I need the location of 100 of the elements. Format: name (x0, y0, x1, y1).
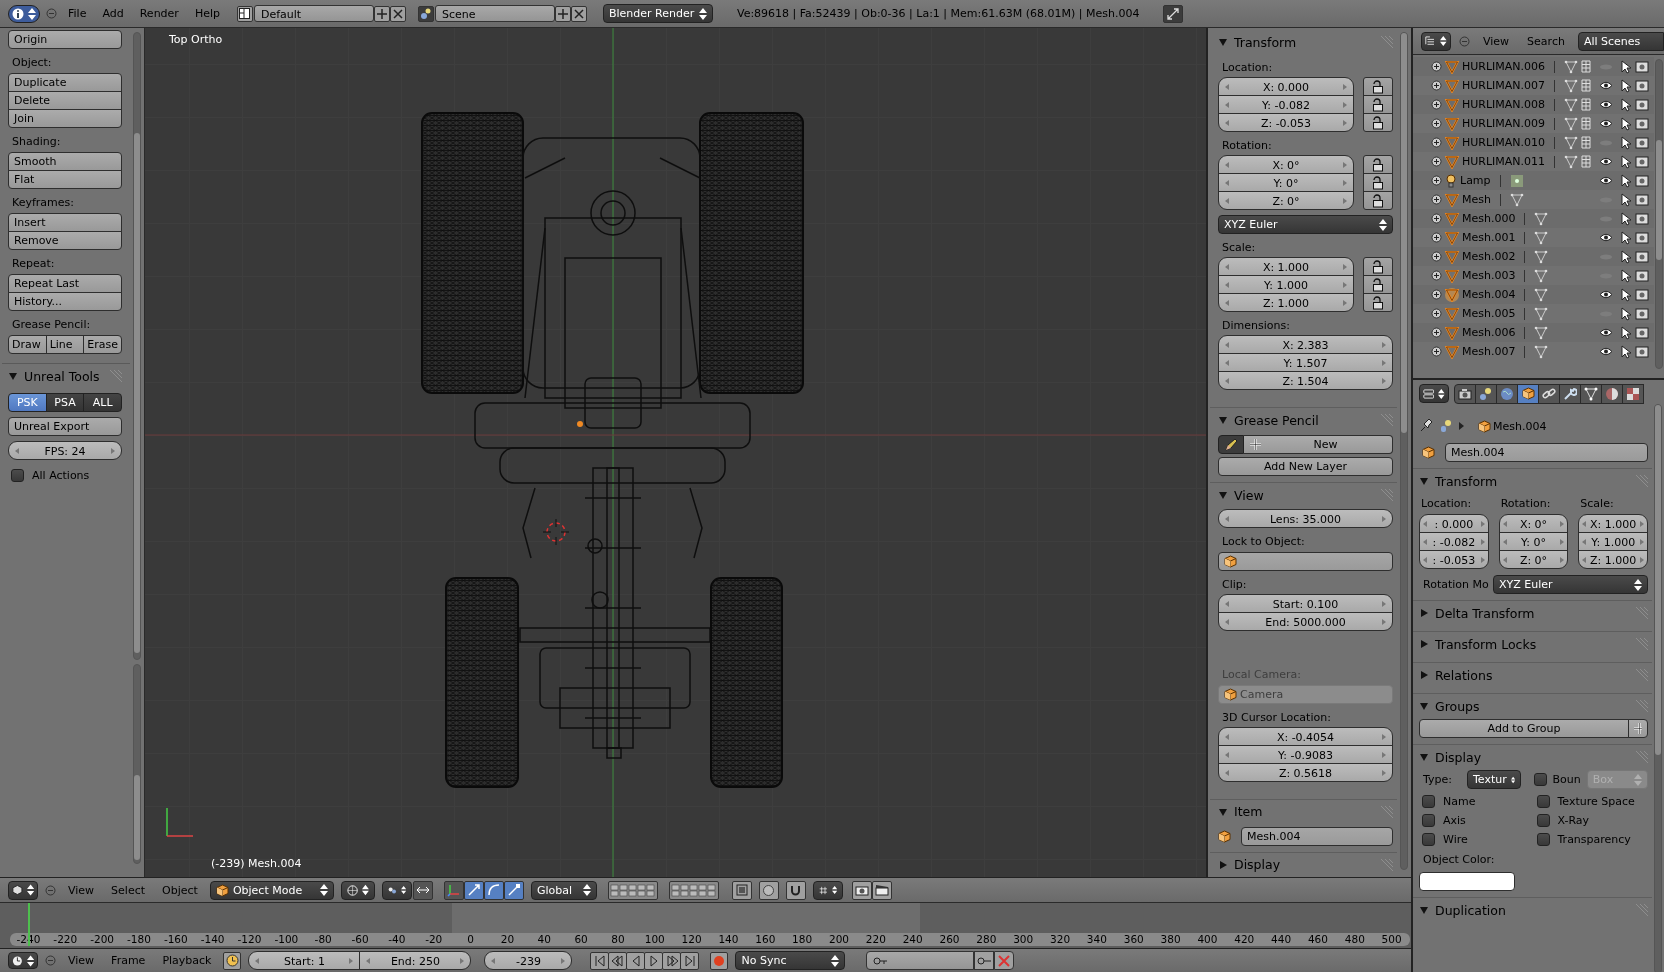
expanded-triangle-icon[interactable] (1218, 807, 1228, 817)
panel-title[interactable]: Display (1234, 857, 1373, 873)
occlusion-icon[interactable] (758, 880, 779, 900)
number-field[interactable]: Y: 1.000 (1218, 275, 1354, 294)
collapse-icon[interactable] (46, 8, 57, 19)
expand-plus-icon[interactable] (1431, 232, 1442, 243)
camera-icon[interactable] (1635, 250, 1650, 263)
scene-filter-dropdown[interactable]: All Scenes (1577, 31, 1664, 51)
object-name[interactable]: Mesh.000 (1462, 212, 1516, 225)
number-field[interactable]: Y: -0.082 (1218, 95, 1354, 114)
snap-dropdown[interactable] (812, 880, 843, 900)
checkbox[interactable] (1422, 833, 1435, 846)
lock-button[interactable] (1363, 293, 1393, 312)
layers-grid-icon[interactable] (668, 880, 719, 900)
panel-title[interactable]: Transform (1435, 473, 1628, 489)
expanded-triangle-icon[interactable] (1419, 752, 1429, 762)
add-icon[interactable] (554, 5, 571, 22)
pin-icon[interactable] (1419, 419, 1433, 433)
expand-plus-icon[interactable] (1431, 213, 1442, 224)
panel-title[interactable]: Item (1234, 804, 1373, 820)
menu-item[interactable]: View (1478, 34, 1515, 48)
checkbox[interactable] (1422, 795, 1435, 808)
cursor-arrow-icon[interactable] (1618, 344, 1633, 359)
orientation-dropdown[interactable]: Global (530, 880, 597, 900)
drag-handle-icon[interactable] (1634, 607, 1648, 619)
properties-tab[interactable] (1517, 383, 1539, 404)
scale-icon[interactable] (503, 880, 524, 900)
cursor-arrow-icon[interactable] (1618, 249, 1633, 264)
3d-cursor-icon[interactable] (542, 518, 570, 546)
checkbox[interactable] (1422, 814, 1435, 827)
collapsed-triangle-icon[interactable] (1419, 639, 1429, 649)
export-button[interactable]: Unreal Export (8, 417, 122, 436)
name-field[interactable]: Mesh.004 (1445, 443, 1648, 462)
tool-button[interactable]: Origin (8, 30, 122, 49)
checkbox[interactable] (1533, 773, 1547, 786)
fullscreen-icon[interactable] (1163, 4, 1184, 23)
tool-button[interactable]: History... (8, 292, 122, 311)
collapsed-triangle-icon[interactable] (1419, 670, 1429, 680)
expanded-triangle-icon[interactable] (1218, 415, 1228, 426)
checkbox[interactable] (1536, 814, 1550, 827)
panel-title[interactable]: View (1234, 487, 1373, 503)
camera-icon[interactable] (851, 880, 872, 900)
checkbox[interactable] (1536, 795, 1550, 808)
expand-plus-icon[interactable] (1431, 99, 1442, 110)
properties-tab[interactable] (1622, 383, 1644, 404)
drag-handle-icon[interactable] (1379, 859, 1393, 871)
cursor-arrow-icon[interactable] (1618, 211, 1633, 226)
axes-icon[interactable] (443, 880, 464, 900)
collapsed-triangle-icon[interactable] (1218, 860, 1228, 870)
object-name[interactable]: Mesh.004 (1462, 288, 1516, 301)
close-icon[interactable] (570, 5, 587, 22)
expand-plus-icon[interactable] (1431, 251, 1442, 262)
current-frame-field[interactable]: -239 (484, 951, 573, 970)
properties-tab[interactable] (1454, 383, 1476, 404)
screen-layout-field[interactable]: Default (253, 5, 374, 22)
object-name[interactable]: HURLIMAN.011 (1462, 155, 1546, 168)
play-icon[interactable] (644, 951, 664, 970)
expand-plus-icon[interactable] (1431, 137, 1442, 148)
arc-icon[interactable] (483, 880, 504, 900)
camera-icon[interactable] (1635, 269, 1650, 282)
camera-icon[interactable] (1635, 193, 1650, 206)
cursor-arrow-icon[interactable] (1618, 287, 1633, 302)
menu-item[interactable]: View (63, 954, 100, 967)
display-type-dropdown[interactable]: Textur (1467, 770, 1521, 789)
camera-icon[interactable] (1635, 288, 1650, 301)
number-field[interactable]: Y: 1.000 (1578, 532, 1648, 551)
drag-handle-icon[interactable] (1634, 475, 1648, 487)
number-field[interactable]: Z: 0° (1218, 191, 1354, 210)
expanded-triangle-icon[interactable] (1419, 701, 1429, 711)
pivot-dropdown[interactable] (381, 880, 412, 900)
eye-icon[interactable] (1599, 233, 1614, 242)
object-name[interactable]: Mesh.001 (1462, 231, 1516, 244)
tool-button[interactable]: Flat (8, 170, 122, 189)
panel-title[interactable]: Display (1435, 749, 1628, 765)
move-arrows-icon[interactable] (412, 880, 433, 900)
panel-title[interactable]: Relations (1435, 667, 1628, 683)
layout-icon[interactable] (236, 5, 253, 22)
camera-icon[interactable] (1635, 98, 1650, 111)
eye-icon[interactable] (1599, 176, 1614, 185)
add-icon[interactable] (373, 5, 390, 22)
panel-title[interactable]: Grease Pencil (1234, 412, 1373, 428)
properties-tab[interactable] (1475, 383, 1497, 404)
checkbox[interactable] (1536, 833, 1550, 846)
object-name[interactable]: Mesh (1462, 193, 1491, 206)
editor-type-dropdown[interactable] (1419, 384, 1449, 403)
start-frame-field[interactable]: Start: 1 (248, 951, 361, 970)
checkbox[interactable] (11, 469, 24, 482)
collapse-icon[interactable] (45, 955, 56, 966)
rotation-mode-dropdown[interactable]: XYZ Euler (1218, 215, 1393, 234)
expand-plus-icon[interactable] (1431, 175, 1442, 186)
expand-plus-icon[interactable] (1431, 270, 1442, 281)
number-field[interactable]: Z: 1.504 (1218, 371, 1393, 390)
panel-title[interactable]: Transform Locks (1435, 636, 1628, 652)
drag-handle-icon[interactable] (1634, 638, 1648, 650)
camera-icon[interactable] (1635, 231, 1650, 244)
close-icon[interactable] (389, 5, 406, 22)
properties-tab[interactable] (1559, 383, 1581, 404)
lock-icon[interactable] (731, 880, 752, 900)
number-field[interactable]: Y: 0° (1498, 532, 1569, 551)
format-toggle[interactable]: PSA (45, 393, 85, 412)
